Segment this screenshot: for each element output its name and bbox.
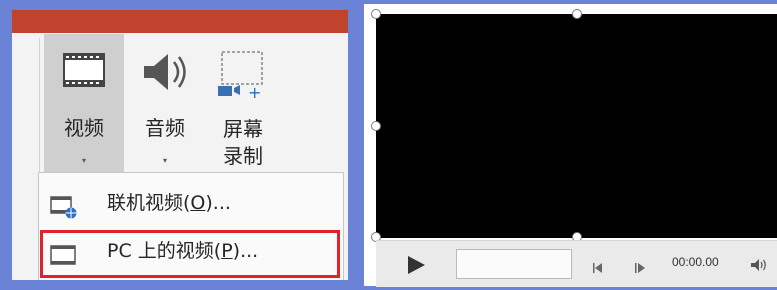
resize-handle-top-center[interactable] — [572, 9, 582, 19]
highlight-annotation — [40, 230, 340, 278]
screen-recording-label-line1: 屏幕 — [223, 117, 263, 141]
audio-button[interactable]: 音频 ▾ — [132, 34, 198, 180]
svg-text:+: + — [248, 83, 261, 102]
media-controls: 00:00.00 — [376, 240, 777, 287]
screen-recording-button[interactable]: + 屏幕 录制 — [208, 34, 278, 180]
video-frame[interactable] — [376, 14, 777, 238]
video-button-label: 视频 — [64, 116, 104, 140]
play-icon[interactable] — [406, 255, 426, 275]
ribbon-panel: 视频 ▾ 音频 ▾ + 屏幕 录制 联机视频(O)... PC 上的视频(P).… — [12, 10, 348, 280]
video-button[interactable]: 视频 ▾ — [44, 34, 124, 180]
menu-item-online-video[interactable]: 联机视频(O)... — [39, 181, 343, 225]
menu-item-online-video-label: 联机视频(O)... — [107, 192, 231, 214]
ribbon-titlebar — [12, 10, 348, 33]
chevron-down-icon: ▾ — [162, 156, 167, 165]
step-forward-icon[interactable] — [634, 259, 646, 273]
resize-handle-top-left[interactable] — [371, 9, 381, 19]
ribbon-separator — [39, 38, 40, 178]
chevron-down-icon: ▾ — [81, 156, 86, 165]
seek-bar[interactable] — [456, 249, 572, 279]
screen-recording-label: 屏幕 录制 — [208, 116, 278, 170]
speaker-icon — [132, 48, 198, 96]
slide-panel: 00:00.00 — [360, 0, 777, 290]
film-icon — [44, 48, 124, 96]
step-back-icon[interactable] — [592, 259, 604, 273]
screen-recording-label-line2: 录制 — [223, 144, 263, 168]
resize-handle-middle-left[interactable] — [371, 121, 381, 131]
time-readout: 00:00.00 — [672, 255, 719, 269]
screen-recording-icon: + — [208, 48, 278, 102]
volume-icon[interactable] — [750, 257, 770, 271]
online-video-icon — [49, 191, 79, 219]
audio-button-label: 音频 — [145, 116, 185, 140]
